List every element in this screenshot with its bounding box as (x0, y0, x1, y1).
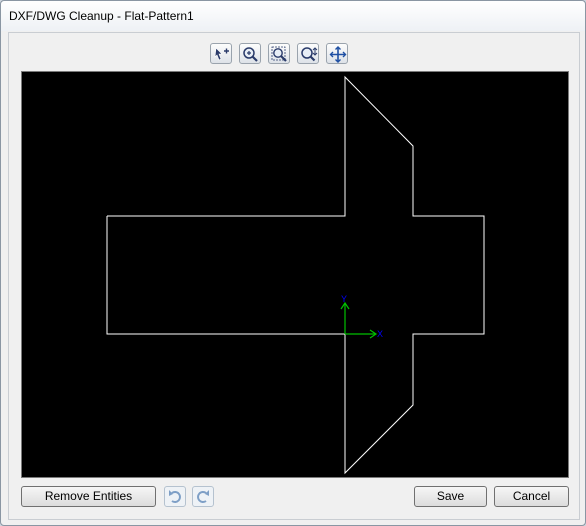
undo-button[interactable] (164, 486, 186, 507)
window-title: DXF/DWG Cleanup - Flat-Pattern1 (9, 9, 194, 23)
select-pan-icon (214, 47, 229, 61)
pan-button[interactable] (326, 43, 348, 64)
flat-pattern-drawing: Y X (106, 75, 485, 475)
axis-x-label: X (377, 329, 383, 339)
dialog-body: Y X Remove Entities Save Cancel (8, 32, 580, 520)
cancel-button[interactable]: Cancel (494, 486, 569, 507)
undo-icon (169, 490, 181, 503)
select-pan-button[interactable] (210, 43, 232, 64)
zoom-window-icon (301, 47, 318, 62)
cancel-label: Cancel (512, 489, 551, 503)
save-label: Save (436, 489, 465, 503)
title-bar[interactable]: DXF/DWG Cleanup - Flat-Pattern1 (1, 1, 585, 31)
remove-entities-button[interactable]: Remove Entities (21, 486, 156, 507)
redo-icon (197, 490, 209, 503)
remove-entities-label: Remove Entities (44, 489, 133, 503)
zoom-to-fit-icon (271, 46, 287, 62)
axis-y-label: Y (341, 294, 347, 304)
origin-axis-icon: Y X (340, 294, 383, 339)
zoom-in-button[interactable] (239, 43, 261, 64)
flat-pattern-outline (106, 75, 485, 475)
zoom-in-icon (243, 47, 258, 62)
zoom-to-fit-button[interactable] (268, 43, 290, 64)
drawing-canvas[interactable]: Y X (21, 71, 569, 478)
pan-arrows-icon (329, 46, 347, 63)
zoom-window-button[interactable] (297, 43, 319, 64)
save-button[interactable]: Save (414, 486, 487, 507)
dxf-cleanup-dialog: DXF/DWG Cleanup - Flat-Pattern1 Y X Remo… (0, 0, 586, 526)
redo-button[interactable] (192, 486, 214, 507)
